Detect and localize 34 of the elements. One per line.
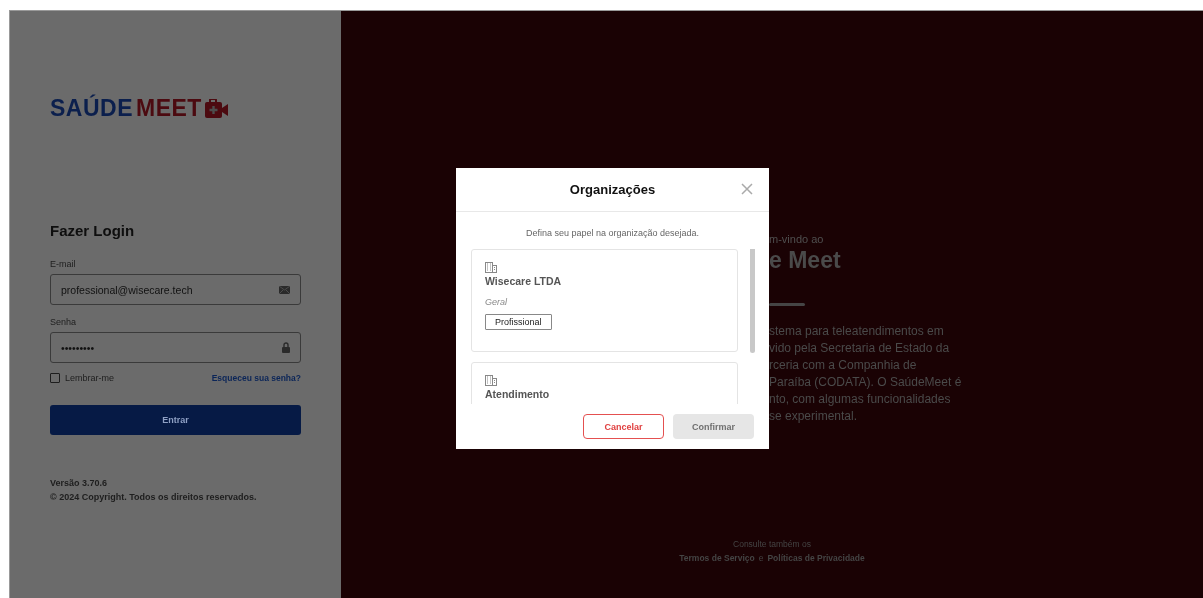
- cancel-button[interactable]: Cancelar: [583, 414, 664, 439]
- version-text: Versão 3.70.6: [50, 478, 109, 488]
- remember-checkbox[interactable]: Lembrar-me: [50, 373, 114, 383]
- welcome-title: e Meet: [769, 247, 841, 274]
- organization-name: Atendimento: [485, 388, 550, 400]
- login-title: Fazer Login: [50, 222, 136, 239]
- instruction-text: Defina seu papel na organização desejada.: [524, 228, 701, 238]
- envelope-icon: [279, 285, 290, 294]
- dialog-title: Organizações: [569, 182, 656, 197]
- email-field[interactable]: professional@wisecare.tech: [50, 274, 301, 305]
- scrollbar-thumb[interactable]: [750, 249, 755, 353]
- lock-icon: [282, 342, 290, 353]
- description-line: se experimental.: [769, 408, 858, 425]
- building-icon: [485, 375, 497, 386]
- building-icon: [485, 262, 497, 273]
- description-line: vido pela Secretaria de Estado da: [769, 340, 950, 357]
- description-line: nto, com algumas funcionalidades: [769, 391, 951, 408]
- description-line: Paraíba (CODATA). O SaúdeMeet é: [769, 374, 962, 391]
- welcome-subtitle: m-vindo ao: [769, 233, 824, 245]
- login-button[interactable]: Entrar: [50, 405, 301, 435]
- password-field[interactable]: •••••••••: [50, 332, 301, 363]
- organization-card[interactable]: Wisecare LTDA Geral Profissional: [471, 249, 738, 352]
- copyright-text: © 2024 Copyright. Todos os direitos reservados.: [50, 492, 258, 502]
- organization-category: Geral: [485, 297, 507, 307]
- close-button[interactable]: [739, 181, 755, 197]
- description-line: rceria com a Companhia de: [769, 357, 917, 374]
- role-button[interactable]: Profissional: [485, 314, 552, 330]
- title-underline: [769, 303, 805, 306]
- field-label: Senha: [50, 317, 78, 327]
- forgot-password-link[interactable]: Esqueceu sua senha?: [211, 373, 301, 383]
- organization-name: Wisecare LTDA: [485, 275, 562, 287]
- field-label: E-mail: [50, 259, 77, 269]
- description-line: stema para teleatendimentos em: [769, 323, 944, 340]
- app-logo: SAÚDE MEET: [50, 95, 301, 122]
